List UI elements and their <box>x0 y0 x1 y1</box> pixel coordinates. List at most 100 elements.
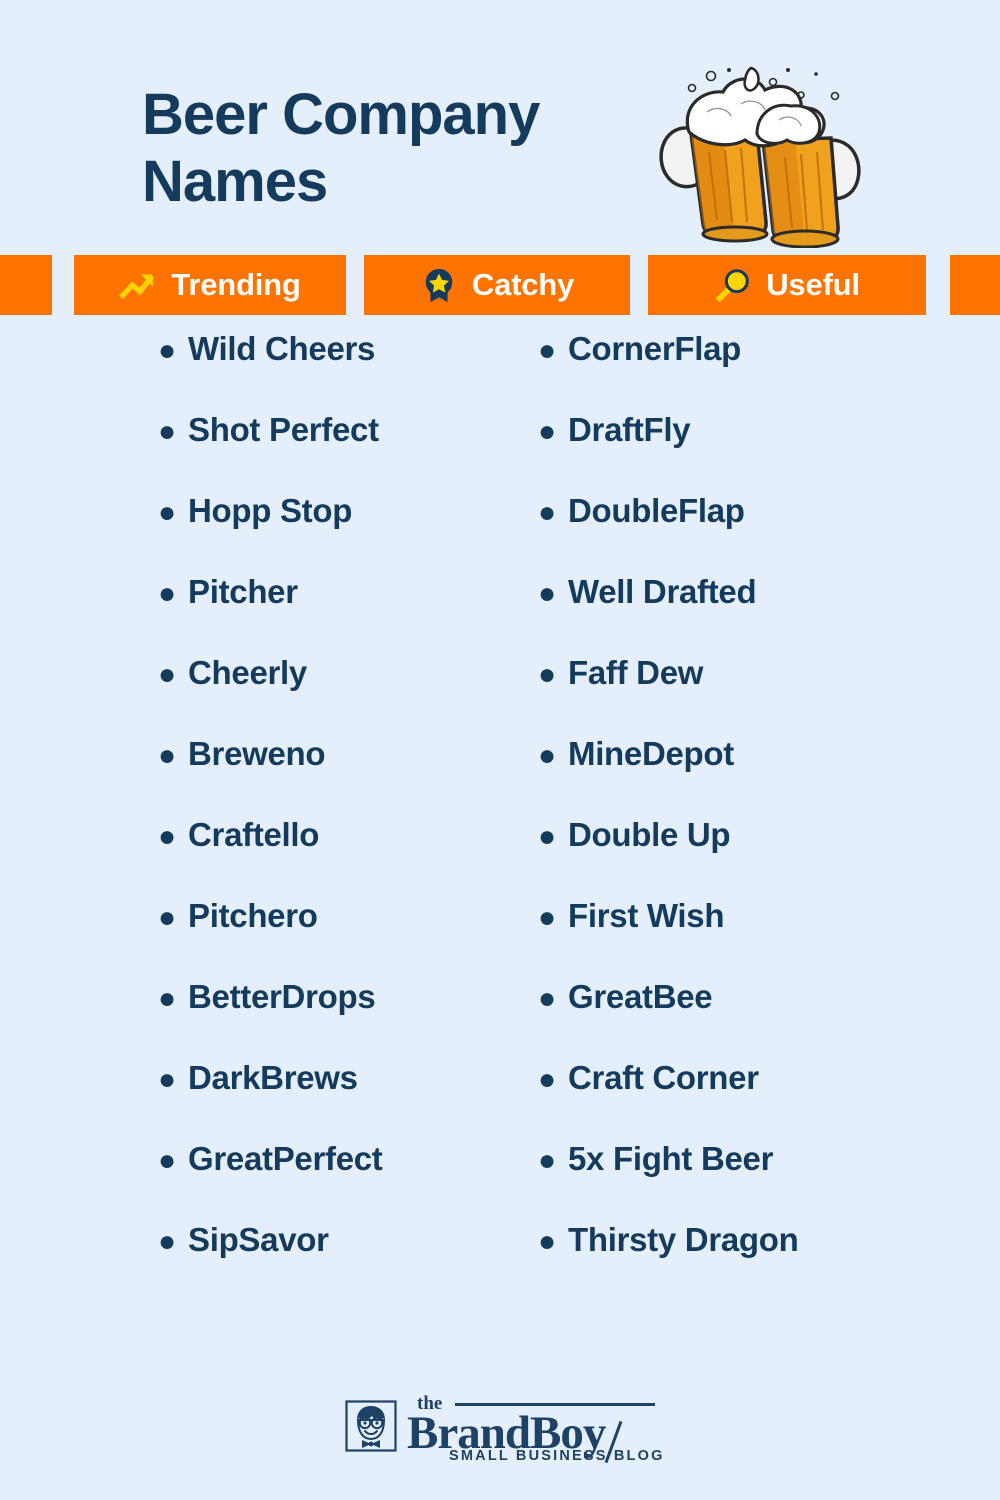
tab-useful-label: Useful <box>766 267 860 302</box>
bullet-icon: ● <box>538 820 556 853</box>
list-item[interactable]: ● Well Drafted <box>538 573 958 654</box>
list-item[interactable]: ● GreatBee <box>538 978 958 1059</box>
list-item[interactable]: ● CornerFlap <box>538 330 958 411</box>
list-item[interactable]: ● Wild Cheers <box>158 330 538 411</box>
list-item[interactable]: ● Shot Perfect <box>158 411 538 492</box>
list-item[interactable]: ● 5x Fight Beer <box>538 1140 958 1221</box>
bullet-icon: ● <box>538 577 556 610</box>
list-item-label: GreatPerfect <box>188 1140 383 1177</box>
list-item-label: Craftello <box>188 816 320 853</box>
trending-up-icon <box>119 274 155 300</box>
list-item[interactable]: ● GreatPerfect <box>158 1140 538 1221</box>
brandboy-logo[interactable]: the BrandBoy SMALL BUSINESS BLOG <box>345 1394 662 1464</box>
magnifying-glass-icon <box>715 269 749 303</box>
bullet-icon: ● <box>158 982 176 1015</box>
bullet-icon: ● <box>538 982 556 1015</box>
page-title: Beer Company Names <box>142 82 662 215</box>
list-item-label: Breweno <box>188 735 326 772</box>
list-item-label: BetterDrops <box>188 978 376 1015</box>
list-item[interactable]: ● Pitcher <box>158 573 538 654</box>
bullet-icon: ● <box>158 1225 176 1258</box>
tabstrip-right-cap <box>950 255 1000 315</box>
bullet-icon: ● <box>538 1063 556 1096</box>
tab-trending[interactable]: Trending <box>74 255 346 315</box>
list-item-label: Shot Perfect <box>188 411 379 448</box>
name-list-left-column: ● Wild Cheers ● Shot Perfect ● Hopp Stop ● P… <box>158 330 538 1302</box>
list-item[interactable]: ● Thirsty Dragon <box>538 1221 958 1302</box>
list-item-label: Wild Cheers <box>188 330 376 367</box>
bullet-icon: ● <box>158 658 176 691</box>
award-badge-star-icon <box>425 268 453 303</box>
header: Beer Company Names <box>0 0 1000 255</box>
list-item[interactable]: ● MineDepot <box>538 735 958 816</box>
list-item-label: MineDepot <box>568 735 734 772</box>
list-item[interactable]: ● SipSavor <box>158 1221 538 1302</box>
boy-face-with-glasses-icon <box>345 1400 397 1452</box>
page-title-line1: Beer Company <box>142 82 540 147</box>
list-item-label: First Wish <box>568 897 725 934</box>
list-item[interactable]: ● Hopp Stop <box>158 492 538 573</box>
tab-useful[interactable]: Useful <box>648 255 926 315</box>
name-lists: ● Wild Cheers ● Shot Perfect ● Hopp Stop ● P… <box>0 330 1000 1380</box>
bullet-icon: ● <box>538 496 556 529</box>
list-item-label: CornerFlap <box>568 330 742 367</box>
tab-catchy[interactable]: Catchy <box>364 255 630 315</box>
list-item-label: Pitchero <box>188 897 318 934</box>
footer: the BrandBoy SMALL BUSINESS BLOG <box>0 1390 1000 1500</box>
list-item[interactable]: ● Double Up <box>538 816 958 897</box>
logo-rule <box>455 1403 655 1406</box>
bullet-icon: ● <box>158 415 176 448</box>
list-item[interactable]: ● BetterDrops <box>158 978 538 1059</box>
list-item-label: Hopp Stop <box>188 492 353 529</box>
list-item-label: Pitcher <box>188 573 298 610</box>
list-item[interactable]: ● Cheerly <box>158 654 538 735</box>
tab-catchy-label: Catchy <box>471 267 575 302</box>
brandboy-wordmark: the BrandBoy SMALL BUSINESS BLOG <box>407 1394 662 1464</box>
list-item[interactable]: ● DarkBrews <box>158 1059 538 1140</box>
bullet-icon: ● <box>158 577 176 610</box>
bullet-icon: ● <box>538 1225 556 1258</box>
logo-the-text: the <box>417 1393 443 1414</box>
list-item-label: 5x Fight Beer <box>568 1140 774 1177</box>
bullet-icon: ● <box>158 1063 176 1096</box>
bullet-icon: ● <box>158 496 176 529</box>
list-item[interactable]: ● Craft Corner <box>538 1059 958 1140</box>
tab-trending-label: Trending <box>171 267 301 302</box>
list-item-label: Cheerly <box>188 654 307 691</box>
list-item[interactable]: ● Pitchero <box>158 897 538 978</box>
category-tab-strip: Trending Catchy Useful <box>0 255 1000 315</box>
list-item[interactable]: ● Craftello <box>158 816 538 897</box>
bullet-icon: ● <box>538 739 556 772</box>
bullet-icon: ● <box>538 415 556 448</box>
logo-tagline-text: SMALL BUSINESS BLOG <box>449 1448 665 1464</box>
bullet-icon: ● <box>538 658 556 691</box>
bullet-icon: ● <box>538 901 556 934</box>
list-item-label: DarkBrews <box>188 1059 358 1096</box>
list-item-label: DraftFly <box>568 411 691 448</box>
bullet-icon: ● <box>158 1144 176 1177</box>
beer-mugs-icon <box>659 66 861 248</box>
list-item-label: SipSavor <box>188 1221 329 1258</box>
bullet-icon: ● <box>158 901 176 934</box>
bullet-icon: ● <box>538 334 556 367</box>
list-item-label: Thirsty Dragon <box>568 1221 799 1258</box>
tabstrip-left-cap <box>0 255 52 315</box>
list-item[interactable]: ● DoubleFlap <box>538 492 958 573</box>
bullet-icon: ● <box>538 1144 556 1177</box>
list-item-label: Faff Dew <box>568 654 704 691</box>
bullet-icon: ● <box>158 334 176 367</box>
infographic-page: Beer Company Names Trending Catchy Usefu… <box>0 0 1000 1500</box>
list-item[interactable]: ● First Wish <box>538 897 958 978</box>
bullet-icon: ● <box>158 739 176 772</box>
page-title-line2: Names <box>142 148 328 214</box>
list-item-label: Well Drafted <box>568 573 757 610</box>
list-item-label: DoubleFlap <box>568 492 745 529</box>
list-item-label: Craft Corner <box>568 1059 759 1096</box>
name-list-right-column: ● CornerFlap ● DraftFly ● DoubleFlap ● Well … <box>538 330 958 1302</box>
list-item-label: GreatBee <box>568 978 713 1015</box>
list-item-label: Double Up <box>568 816 731 853</box>
bullet-icon: ● <box>158 820 176 853</box>
list-item[interactable]: ● Faff Dew <box>538 654 958 735</box>
list-item[interactable]: ● DraftFly <box>538 411 958 492</box>
list-item[interactable]: ● Breweno <box>158 735 538 816</box>
